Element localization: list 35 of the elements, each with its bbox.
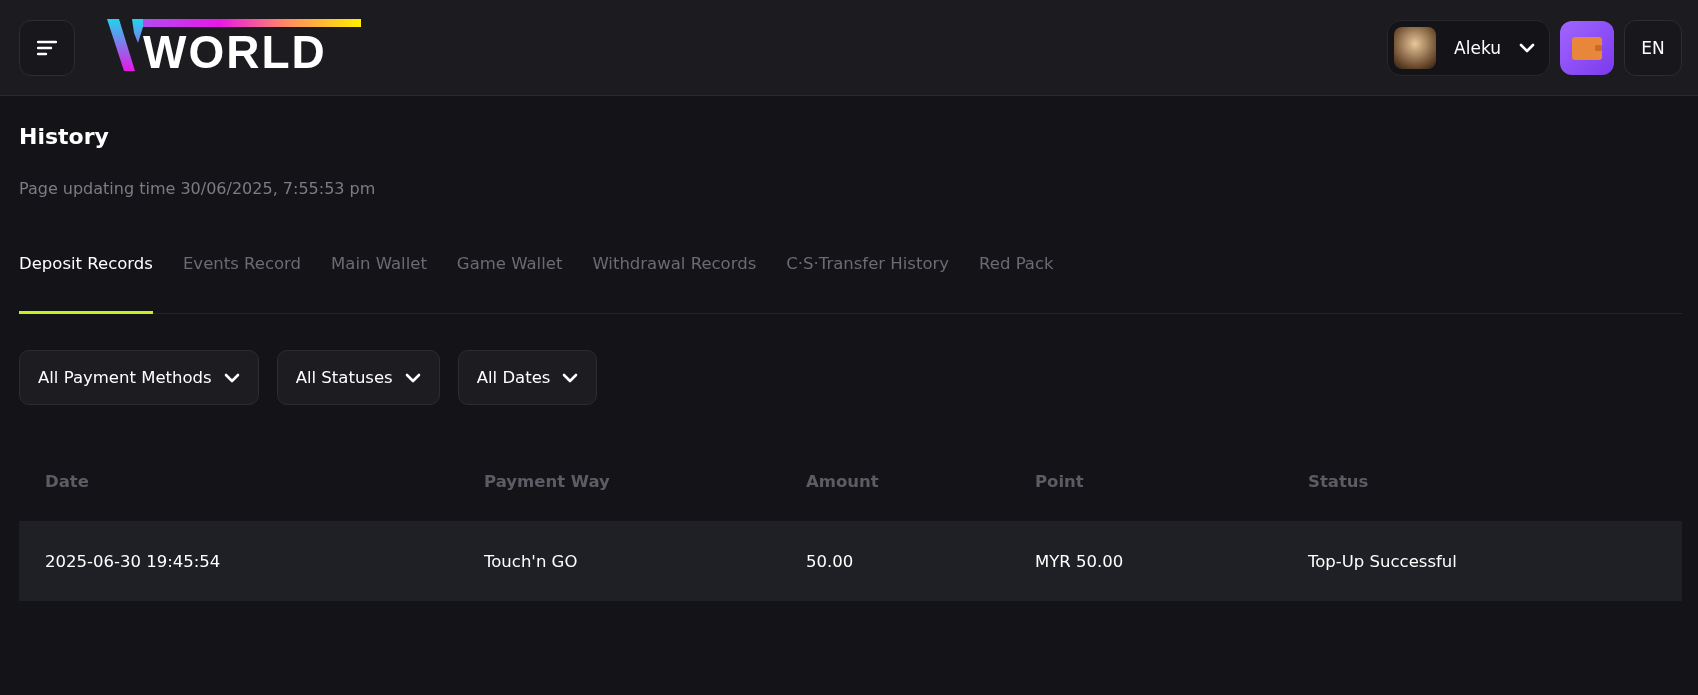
column-header: Amount <box>806 471 880 491</box>
chevron-down-icon <box>404 372 421 383</box>
tab[interactable]: Deposit Records <box>19 254 153 314</box>
filter-dropdown[interactable]: All Payment Methods <box>19 350 259 405</box>
update-time: Page updating time 30/06/2025, 7:55:53 pm <box>19 179 377 198</box>
tab[interactable]: Main Wallet <box>331 254 427 314</box>
wallet-button[interactable] <box>1560 20 1614 75</box>
filter-dropdown[interactable]: All Statuses <box>276 350 440 405</box>
filter-dropdown[interactable]: All Dates <box>457 350 598 405</box>
wallet-icon <box>1571 34 1603 61</box>
chevron-down-icon <box>562 372 579 383</box>
tab[interactable]: Withdrawal Records <box>592 254 757 314</box>
tab[interactable]: C·S·Transfer History <box>786 254 950 314</box>
table-cell-text: Top-Up Successful <box>1308 551 1458 571</box>
column-header: Payment Way <box>484 471 611 491</box>
column-header: Date <box>45 471 90 491</box>
table-cell-text: 50.00 <box>806 551 855 571</box>
tab[interactable]: Game Wallet <box>456 254 563 314</box>
chevron-down-icon <box>1519 42 1535 53</box>
avatar-placeholder <box>1394 26 1437 69</box>
tab[interactable]: Events Record <box>182 254 302 314</box>
column-header: Status <box>1308 471 1370 491</box>
table-cell-text: Touch'n GO <box>484 551 579 571</box>
logo-text: WORLD <box>143 28 328 75</box>
table-cell-text: MYR 50.00 <box>1035 551 1125 571</box>
table-cell-text: 2025-06-30 19:45:54 <box>45 551 222 571</box>
logo-bar-icon <box>143 18 361 27</box>
language-button[interactable]: EN <box>1624 19 1682 76</box>
menu-icon <box>37 39 57 56</box>
tab[interactable]: Red Pack <box>979 254 1054 314</box>
column-header: Point <box>1035 471 1085 491</box>
user-menu-button[interactable]: Aleku <box>1387 19 1550 76</box>
chevron-down-icon <box>223 372 240 383</box>
page-title: History <box>19 124 110 149</box>
menu-button[interactable] <box>19 19 75 76</box>
